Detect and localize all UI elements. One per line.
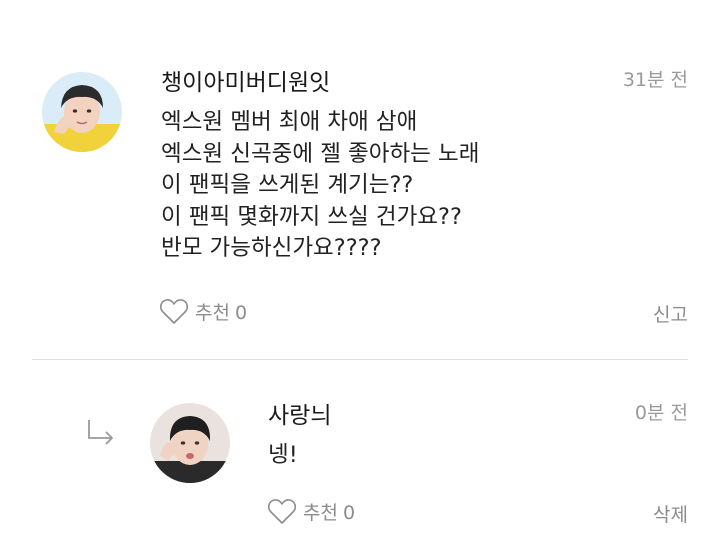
reply-like-count: 0 bbox=[342, 501, 356, 524]
delete-button[interactable]: 삭제 bbox=[653, 500, 688, 527]
comment-line: 반모 가능하신가요???? bbox=[161, 235, 382, 261]
reply-like-label: 추천 bbox=[303, 501, 338, 524]
comment-line: 엑스원 멤버 최애 차애 삼애 bbox=[161, 109, 418, 135]
comment-author[interactable]: 챙이아미버디원잇 bbox=[161, 63, 330, 97]
divider bbox=[32, 359, 688, 360]
comment-line: 이 팬픽을 쓰게된 계기는?? bbox=[161, 172, 414, 198]
comment-time: 31분 전 bbox=[622, 69, 688, 91]
heart-outline-icon bbox=[159, 299, 189, 324]
avatar[interactable] bbox=[42, 72, 122, 152]
report-button[interactable]: 신고 bbox=[653, 300, 688, 327]
reply-avatar[interactable] bbox=[150, 403, 230, 483]
like-button[interactable]: 추천 0 bbox=[159, 297, 247, 325]
like-label: 추천 bbox=[195, 301, 230, 324]
reply-author[interactable]: 사랑늬 bbox=[268, 396, 331, 430]
reply-arrow-icon bbox=[88, 420, 113, 445]
comment-line: 엑스원 신곡중에 젤 좋아하는 노래 bbox=[161, 140, 480, 167]
comment-thread: 챙이아미버디원잇 31분 전 엑스원 멤버 최애 차애 삼애 엑스원 신곡중에 … bbox=[0, 0, 720, 540]
comment-body: 엑스원 멤버 최애 차애 삼애 엑스원 신곡중에 젤 좋아하는 노래 이 팬픽을… bbox=[161, 107, 479, 265]
heart-outline-icon bbox=[267, 499, 297, 524]
reply-like-button[interactable]: 추천 0 bbox=[267, 497, 355, 525]
reply-text: 넹! bbox=[268, 442, 298, 468]
reply-body: 넹! bbox=[268, 440, 298, 472]
like-count: 0 bbox=[234, 301, 248, 324]
reply-time: 0분 전 bbox=[634, 402, 688, 424]
comment-line: 이 팬픽 몇화까지 쓰실 건가요?? bbox=[161, 203, 462, 230]
